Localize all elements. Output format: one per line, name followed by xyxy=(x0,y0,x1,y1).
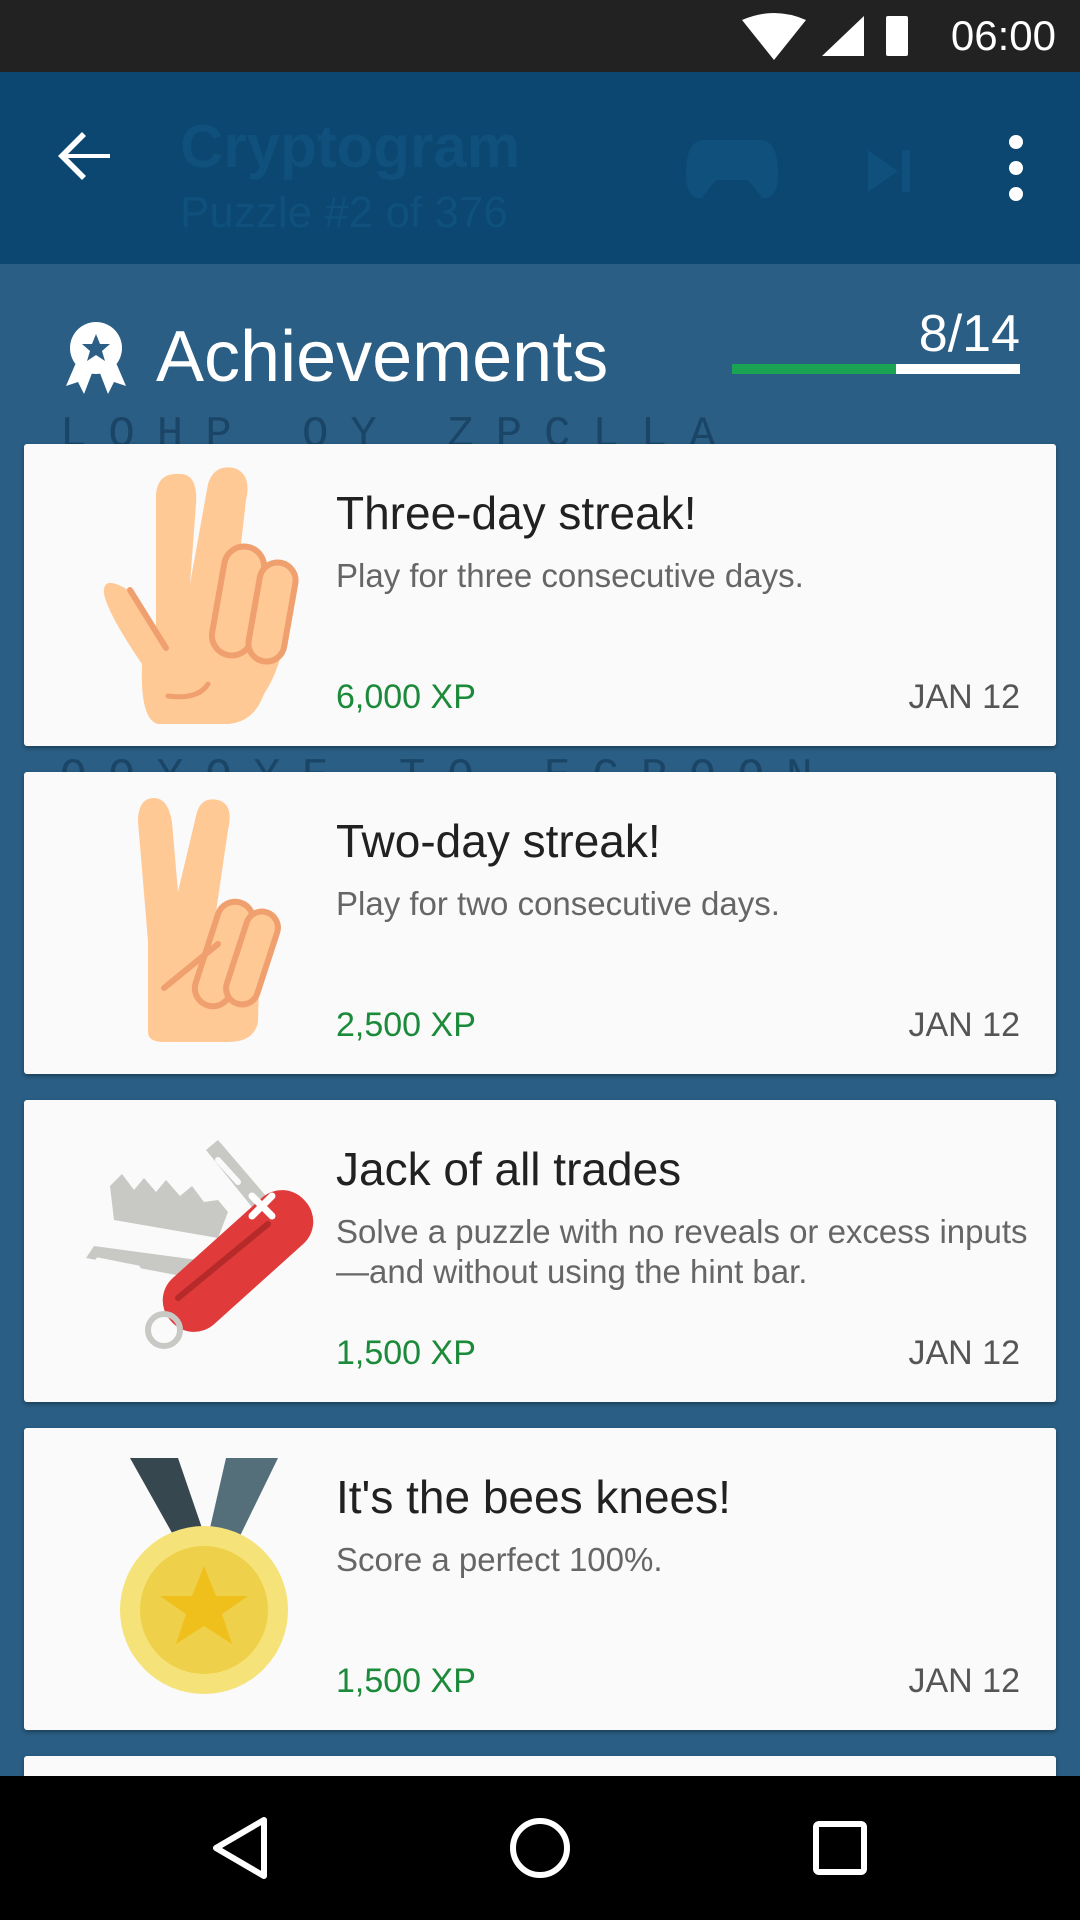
card-title: It's the bees knees! xyxy=(336,1471,731,1523)
achievement-card[interactable]: It's the bees knees! Score a perfect 100… xyxy=(24,1428,1056,1730)
battery-icon xyxy=(886,16,908,56)
status-time: 06:00 xyxy=(950,12,1056,59)
app-title: Cryptogram xyxy=(180,113,521,180)
square-recents-icon xyxy=(813,1821,867,1875)
card-xp: 1,500 XP xyxy=(336,1662,476,1700)
peace-hand-icon xyxy=(138,798,281,1042)
app-subtitle: Puzzle #2 of 376 xyxy=(180,188,508,237)
achievements-title: Achievements xyxy=(156,317,609,397)
back-button[interactable] xyxy=(54,124,118,188)
achievements-progress-bar xyxy=(732,364,1020,374)
achievements-count: 8/14 xyxy=(918,305,1020,363)
swiss-army-knife-icon xyxy=(86,1140,314,1349)
achievement-card[interactable]: Jack of all trades Solve a puzzle with n… xyxy=(24,1100,1056,1402)
nav-back-button[interactable] xyxy=(204,1812,276,1884)
card-xp: 2,500 XP xyxy=(336,1006,476,1044)
status-bar: 06:00 xyxy=(0,0,1080,72)
achievements-header: Achievements 8/14 xyxy=(60,305,1020,410)
status-icons xyxy=(742,13,908,60)
card-title: Three-day streak! xyxy=(336,487,697,539)
card-date: JAN 12 xyxy=(908,1662,1021,1700)
card-description: Score a perfect 100%. xyxy=(336,1541,663,1578)
nav-home-button[interactable] xyxy=(504,1812,576,1884)
card-description: Solve a puzzle with no reveals or excess… xyxy=(336,1213,1028,1290)
award-ribbon-icon xyxy=(66,322,126,394)
card-title: Jack of all trades xyxy=(336,1143,682,1195)
gold-medal-icon xyxy=(120,1458,288,1694)
card-xp: 6,000 XP xyxy=(336,678,476,716)
nav-recents-button[interactable] xyxy=(804,1812,876,1884)
achievements-progress-fill xyxy=(732,364,897,374)
signal-icon xyxy=(822,16,864,56)
app-bar: Cryptogram Puzzle #2 of 376 xyxy=(0,72,1080,264)
card-description: Play for three consecutive days. xyxy=(336,557,804,594)
more-options-button[interactable] xyxy=(996,128,1036,208)
more-vert-icon xyxy=(1009,135,1023,149)
skip-next-icon[interactable] xyxy=(864,146,914,196)
triangle-back-icon xyxy=(213,1817,267,1879)
card-date: JAN 12 xyxy=(908,1334,1021,1372)
gamepad-icon[interactable] xyxy=(684,134,780,204)
card-title: Two-day streak! xyxy=(336,815,661,867)
card-description: Play for two consecutive days. xyxy=(336,885,780,922)
navigation-bar xyxy=(0,1776,1080,1920)
card-xp: 1,500 XP xyxy=(336,1334,476,1372)
achievement-card[interactable]: Two-day streak! Play for two consecutive… xyxy=(24,772,1056,1074)
card-date: JAN 12 xyxy=(908,678,1021,716)
three-fingers-hand-icon xyxy=(103,467,299,724)
card-date: JAN 12 xyxy=(908,1006,1021,1044)
achievement-card[interactable]: Three-day streak! Play for three consecu… xyxy=(24,444,1056,746)
wifi-icon xyxy=(742,13,806,60)
circle-home-icon xyxy=(510,1818,570,1878)
arrow-back-icon xyxy=(58,132,110,180)
